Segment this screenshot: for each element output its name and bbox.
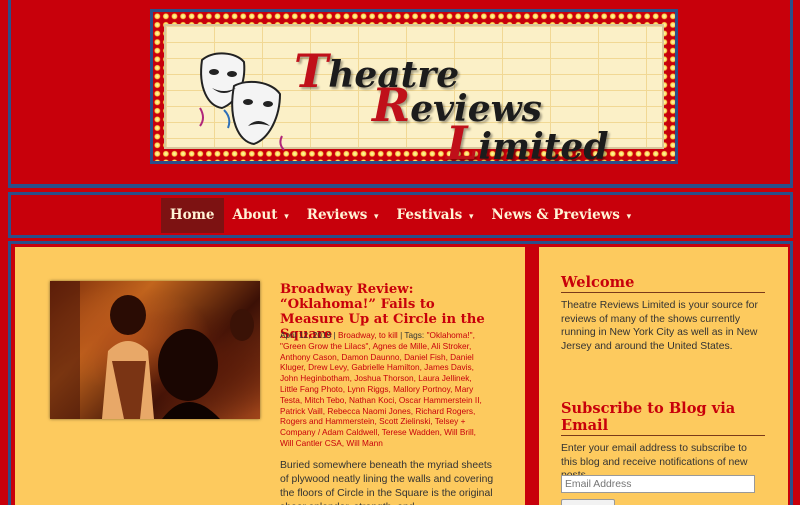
main-nav: Home About ▾ Reviews ▾ Festivals ▾ News … xyxy=(8,192,793,238)
nav-item-festivals[interactable]: Festivals ▾ xyxy=(388,198,483,233)
theatre-masks-icon xyxy=(199,52,285,151)
post-image-scene xyxy=(50,281,254,419)
post-categories[interactable]: Broadway, to kill xyxy=(338,330,398,340)
chevron-down-icon: ▾ xyxy=(468,211,474,222)
chevron-down-icon: ▾ xyxy=(284,211,289,222)
widget-title-subscribe: Subscribe to Blog via Email xyxy=(561,400,765,436)
email-field[interactable] xyxy=(561,475,755,493)
post-meta: April 12, 2019 | Broadway, to kill | Tag… xyxy=(280,330,490,449)
post-excerpt: Buried somewhere beneath the myriad shee… xyxy=(280,460,494,505)
subscribe-button[interactable] xyxy=(561,499,615,505)
nav-item-news-previews[interactable]: News & Previews ▾ xyxy=(483,198,641,233)
chevron-down-icon: ▾ xyxy=(626,211,632,222)
tags-label: Tags: xyxy=(404,330,425,340)
post-tags[interactable]: "Oklahoma!", "Green Grow the Lilacs", Ag… xyxy=(280,330,482,448)
logo-text-limited: Limited xyxy=(446,116,609,170)
welcome-text: Theatre Reviews Limited is your source f… xyxy=(561,300,758,352)
nav-item-home[interactable]: Home xyxy=(160,197,224,233)
site-header: Theatre Reviews Limited xyxy=(8,0,793,188)
nav-item-about[interactable]: About ▾ xyxy=(224,198,298,233)
marquee-board: Theatre Reviews Limited xyxy=(164,24,664,170)
site-logo[interactable]: Theatre Reviews Limited xyxy=(150,9,678,170)
post-featured-image[interactable] xyxy=(50,281,260,419)
post-date: April 12, 2019 xyxy=(280,330,332,340)
nav-item-reviews[interactable]: Reviews ▾ xyxy=(298,198,388,233)
chevron-down-icon: ▾ xyxy=(374,211,379,222)
widget-title-welcome: Welcome xyxy=(561,274,765,293)
